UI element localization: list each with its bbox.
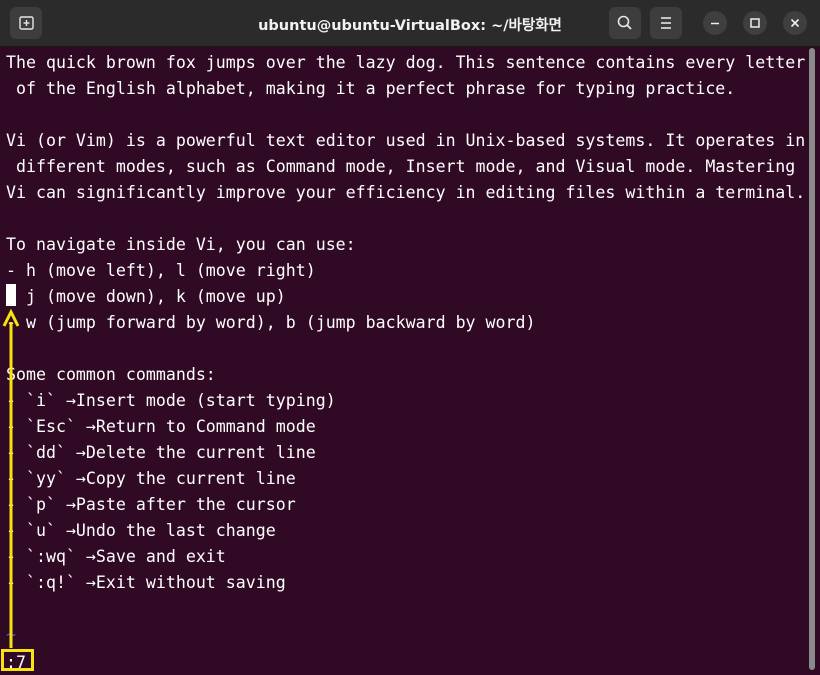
text-line: - `dd` →Delete the current line [6, 443, 316, 462]
close-button[interactable] [783, 11, 807, 35]
scrollbar-thumb[interactable] [809, 48, 815, 670]
text-line: different modes, such as Command mode, I… [6, 157, 796, 176]
text-line: - `:q!` →Exit without saving [6, 573, 286, 592]
search-button[interactable] [609, 7, 641, 39]
terminal-window: ubuntu@ubuntu-VirtualBox: ~/바탕화면 The qui… [0, 0, 820, 675]
text-line: Some common commands: [6, 365, 216, 384]
text-line: Vi can significantly improve your effici… [6, 183, 806, 202]
text-line: - `:wq` →Save and exit [6, 547, 226, 566]
maximize-icon [750, 18, 760, 28]
text-line: - `u` →Undo the last change [6, 521, 276, 540]
hamburger-menu-icon [661, 17, 671, 29]
text-line-cursor: - j (move down), k (move up) [6, 287, 286, 306]
title-bar: ubuntu@ubuntu-VirtualBox: ~/바탕화면 [0, 0, 820, 47]
text-line: - h (move left), l (move right) [6, 261, 316, 280]
text-line: The quick brown fox jumps over the lazy … [6, 53, 806, 72]
tilde-line: ~ [6, 625, 16, 644]
text-line: To navigate inside Vi, you can use: [6, 235, 356, 254]
maximize-button[interactable] [743, 11, 767, 35]
window-title: ubuntu@ubuntu-VirtualBox: ~/바탕화면 [258, 18, 562, 34]
text-line: - `i` →Insert mode (start typing) [6, 391, 336, 410]
text-line: Vi (or Vim) is a powerful text editor us… [6, 131, 806, 150]
menu-button[interactable] [650, 7, 682, 39]
scrollbar[interactable] [809, 48, 817, 672]
minimize-icon [711, 22, 719, 25]
text-line: - `Esc` →Return to Command mode [6, 417, 316, 436]
command-highlight-box [1, 649, 34, 671]
text-line: of the English alphabet, making it a per… [6, 79, 736, 98]
terminal-text-area[interactable]: The quick brown fox jumps over the lazy … [0, 46, 808, 675]
text-line: - `yy` →Copy the current line [6, 469, 296, 488]
minimize-button[interactable] [703, 11, 727, 35]
text-line: - w (jump forward by word), b (jump back… [6, 313, 536, 332]
search-icon [617, 15, 632, 30]
text-line: - `p` →Paste after the cursor [6, 495, 296, 514]
close-icon [790, 18, 800, 28]
